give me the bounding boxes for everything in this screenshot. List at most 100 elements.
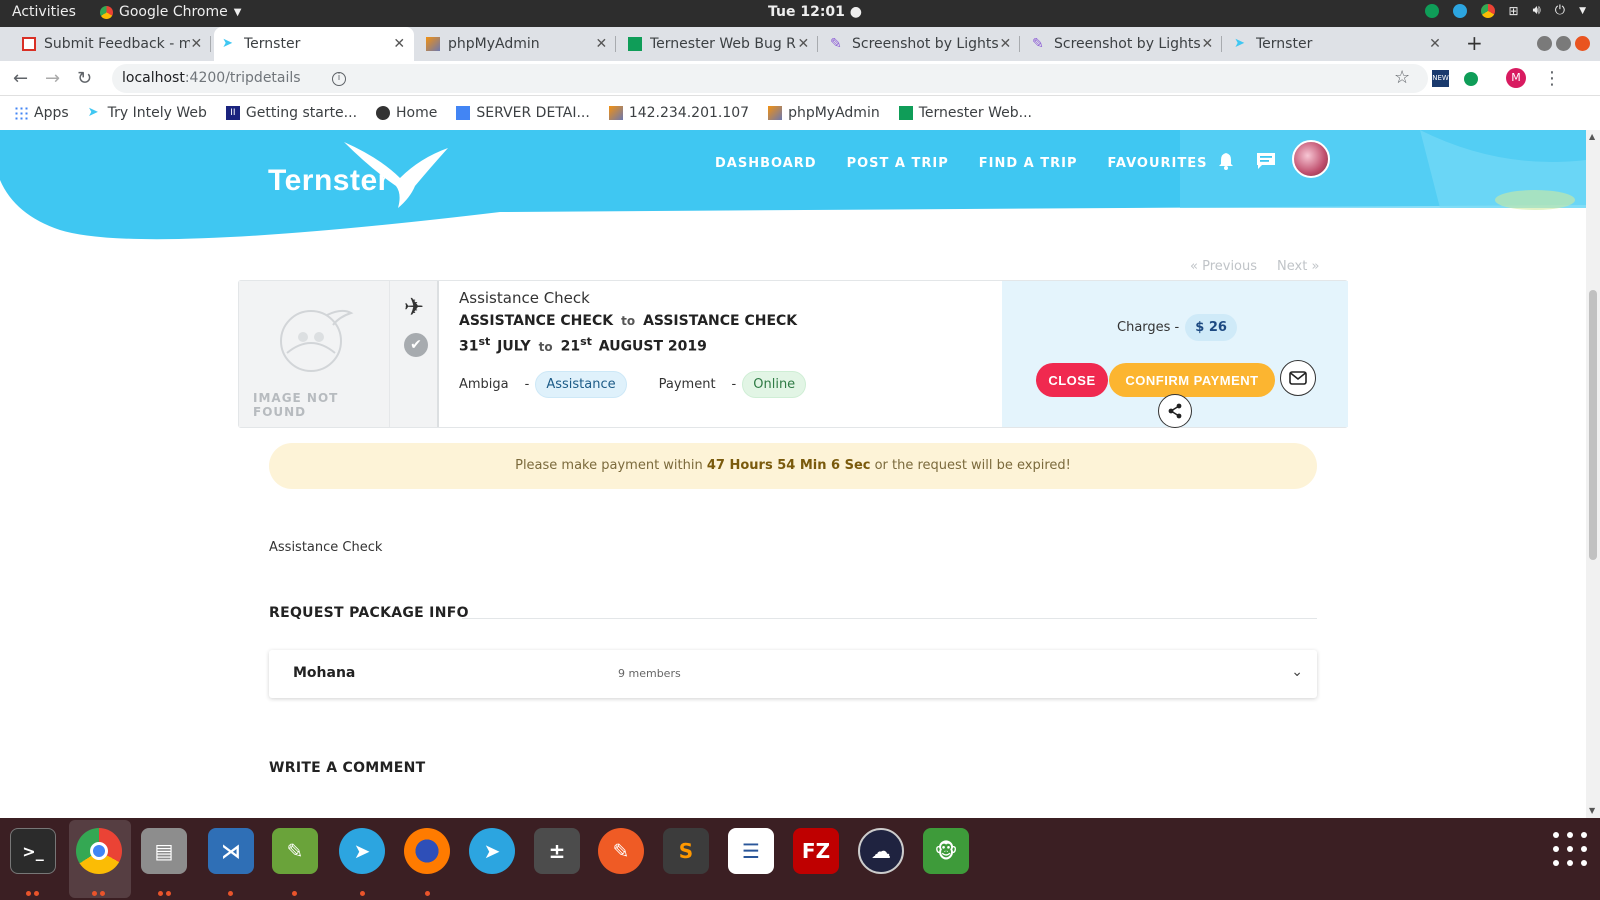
system-tray: ⊞ 🔊︎ ⏻ ▼: [1424, 3, 1586, 18]
lightshot-icon: ✎: [830, 36, 842, 52]
clock[interactable]: Tue 12:01 ●: [768, 4, 862, 20]
close-tab-icon[interactable]: ✕: [595, 36, 608, 52]
bookmark-getting-started[interactable]: II Getting starte...: [225, 105, 357, 121]
nav-find-a-trip[interactable]: FIND A TRIP: [979, 156, 1078, 171]
nav-post-a-trip[interactable]: POST A TRIP: [847, 156, 949, 171]
address-input[interactable]: i localhost:4200/tripdetails: [112, 64, 1428, 93]
previous-link[interactable]: « Previous: [1190, 259, 1257, 274]
close-button[interactable]: CLOSE: [1036, 363, 1108, 397]
package-accordion[interactable]: Mohana 9 members ⌄: [269, 650, 1317, 698]
calculator-icon[interactable]: ±: [534, 828, 580, 874]
write-comment-heading: WRITE A COMMENT: [269, 760, 426, 776]
hangouts-icon[interactable]: [1424, 3, 1439, 18]
telegram-tray-icon[interactable]: [1452, 3, 1467, 18]
ternster-icon: ➤: [87, 104, 99, 120]
tab-phpmyadmin[interactable]: phpMyAdmin ✕: [418, 27, 616, 61]
filezilla-icon[interactable]: FZ: [793, 828, 839, 874]
tab-bug-report[interactable]: Ternester Web Bug R ✕: [620, 27, 818, 61]
bookmark-star-icon[interactable]: ☆: [1394, 67, 1410, 88]
confirm-payment-button[interactable]: CONFIRM PAYMENT: [1109, 363, 1275, 397]
divider: [462, 618, 1317, 619]
scrollbar-thumb[interactable]: [1589, 290, 1597, 560]
network-icon[interactable]: ⊞: [1509, 4, 1519, 18]
forward-icon[interactable]: →: [45, 68, 60, 89]
extension-news-icon[interactable]: NEW: [1432, 70, 1449, 87]
sheets-icon: [628, 37, 642, 51]
trip-description: Assistance Check: [269, 540, 383, 555]
charges-panel: Charges - $ 26 CLOSE CONFIRM PAYMENT: [1002, 281, 1348, 428]
close-tab-icon[interactable]: ✕: [1428, 36, 1442, 52]
telegram-desktop-icon[interactable]: ➤: [469, 828, 515, 874]
monkey-app-icon[interactable]: 🐵︎: [923, 828, 969, 874]
sublime-text-icon[interactable]: S: [663, 828, 709, 874]
telegram-icon[interactable]: ➤: [339, 828, 385, 874]
tab-ternster-2[interactable]: ➤ Ternster ✕: [1226, 27, 1450, 61]
trip-card: IMAGE NOT FOUND ✈ ✔ Assistance Check ASS…: [238, 280, 1348, 428]
tab-ternster-active[interactable]: ➤ Ternster ✕: [214, 27, 414, 61]
nav-dashboard[interactable]: DASHBOARD: [715, 156, 817, 171]
bell-icon[interactable]: [1218, 152, 1234, 170]
writer-icon[interactable]: ☰: [728, 828, 774, 874]
close-tab-icon[interactable]: ✕: [393, 36, 406, 52]
bookmark-apps[interactable]: Apps: [14, 105, 69, 121]
chevron-down-icon[interactable]: ⌄: [1291, 664, 1303, 680]
text-editor-icon[interactable]: ✎: [272, 828, 318, 874]
charges: Charges - $ 26: [1117, 314, 1237, 341]
new-tab-button[interactable]: +: [1466, 31, 1483, 55]
payment-mode-badge: Online: [742, 371, 807, 398]
volume-icon[interactable]: 🔊︎: [1533, 3, 1541, 18]
maximize-icon[interactable]: [1556, 36, 1571, 51]
back-icon[interactable]: ←: [13, 68, 28, 89]
chrome-tray-icon[interactable]: [1480, 3, 1495, 18]
close-tab-icon[interactable]: ✕: [1201, 36, 1214, 52]
taskbar-dock: >_ ▤ ⋊ ✎ ➤ ➤ ± ✎ S ☰ FZ ☁ 🐵︎: [0, 818, 1600, 900]
close-window-icon[interactable]: [1575, 36, 1590, 51]
cloud-sync-icon[interactable]: ☁: [858, 828, 904, 874]
files-icon[interactable]: ▤: [141, 828, 187, 874]
bookmark-server-details[interactable]: SERVER DETAI...: [456, 105, 590, 121]
chevron-down-icon[interactable]: ▼: [1579, 6, 1586, 16]
site-logo[interactable]: Ternster: [268, 164, 390, 198]
docs-icon: [456, 105, 471, 120]
scroll-down-icon[interactable]: ▼: [1589, 806, 1595, 815]
tab-screenshot-2[interactable]: ✎ Screenshot by Lights ✕: [1024, 27, 1222, 61]
reload-icon[interactable]: ↻: [77, 68, 92, 89]
close-tab-icon[interactable]: ✕: [797, 36, 810, 52]
chat-icon[interactable]: [1256, 152, 1276, 170]
firefox-icon[interactable]: [404, 828, 450, 874]
user-avatar[interactable]: [1292, 140, 1330, 178]
nav-favourites[interactable]: FAVOURITES: [1108, 156, 1208, 171]
vscode-icon[interactable]: ⋊: [208, 828, 254, 874]
window-controls: [1537, 36, 1590, 51]
bookmark-home[interactable]: Home: [376, 105, 437, 121]
page-scrollbar[interactable]: ▲ ▼: [1586, 130, 1600, 818]
activities-button[interactable]: Activities: [12, 4, 76, 20]
show-applications-icon[interactable]: [1553, 832, 1587, 866]
terminal-icon[interactable]: >_: [10, 828, 56, 874]
extension-hangouts-icon[interactable]: [1464, 72, 1478, 86]
app-menu[interactable]: Google Chrome ▼: [100, 4, 241, 20]
system-top-bar: Activities Google Chrome ▼ Tue 12:01 ● ⊞…: [0, 0, 1600, 27]
chrome-dock-icon[interactable]: [76, 828, 122, 874]
bookmark-ternester-web[interactable]: Ternester Web...: [898, 105, 1032, 121]
site-info-icon[interactable]: i: [332, 72, 346, 86]
bookmark-ip[interactable]: 142.234.201.107: [608, 105, 749, 121]
close-tab-icon[interactable]: ✕: [190, 36, 203, 52]
address-toolbar: ← → ↻ i localhost:4200/tripdetails ☆ NEW …: [0, 61, 1600, 96]
tab-screenshot-1[interactable]: ✎ Screenshot by Lights ✕: [822, 27, 1020, 61]
tab-gmail[interactable]: Submit Feedback - m ✕: [14, 27, 211, 61]
mail-button[interactable]: [1280, 360, 1316, 396]
bookmark-phpmyadmin[interactable]: phpMyAdmin: [768, 105, 880, 121]
scroll-up-icon[interactable]: ▲: [1589, 132, 1595, 141]
minimize-icon[interactable]: [1537, 36, 1552, 51]
bookmark-intely[interactable]: ➤ Try Intely Web: [88, 105, 207, 121]
next-link[interactable]: Next »: [1277, 259, 1319, 274]
power-icon[interactable]: ⏻: [1555, 3, 1565, 18]
ternster-placeholder-logo-icon: [280, 309, 354, 372]
postman-icon[interactable]: ✎: [598, 828, 644, 874]
ternster-icon: ➤: [1234, 36, 1245, 51]
share-button[interactable]: [1158, 394, 1192, 428]
close-tab-icon[interactable]: ✕: [999, 36, 1012, 52]
menu-kebab-icon[interactable]: ⋮: [1543, 68, 1561, 89]
profile-avatar[interactable]: M: [1506, 68, 1526, 88]
